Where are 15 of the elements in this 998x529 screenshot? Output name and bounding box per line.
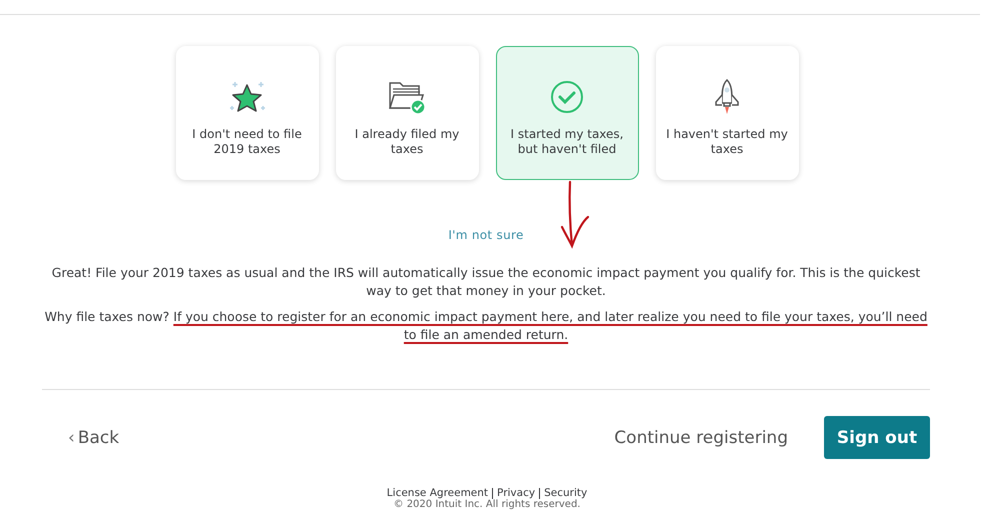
copyright-text: © 2020 Intuit Inc. All rights reserved. [394,499,580,511]
why-paragraph: Why file taxes now? If you choose to register for an economic impact payment here, and later realize you need to file your taxes, you’ll need to file an amended return. [44,308,928,344]
option-card[interactable]: I started my taxes, but haven't filed [496,46,638,180]
footer-link[interactable]: Security [544,487,588,499]
footer-link[interactable]: License Agreement [386,487,488,499]
message-paragraph: Great! File your 2019 taxes as usual and the IRS will automatically issue the economic impact payment you qualify for. This is the quickest way to get that money in your pocket. [50,264,922,300]
sign-out-button[interactable]: Sign out [824,416,930,459]
footer-link[interactable]: Privacy [497,487,536,499]
back-button[interactable]: ‹ Back [42,428,120,448]
option-card[interactable]: I haven't started my taxes [656,46,798,180]
option-card[interactable]: I don't need to file 2019 taxes [176,46,318,180]
hand-drawn-arrow [560,180,590,250]
not-sure-link[interactable]: I'm not sure [448,228,524,250]
continue-registering-button[interactable]: Continue registering [614,428,788,448]
option-card[interactable]: I already filed my taxes [336,46,478,180]
